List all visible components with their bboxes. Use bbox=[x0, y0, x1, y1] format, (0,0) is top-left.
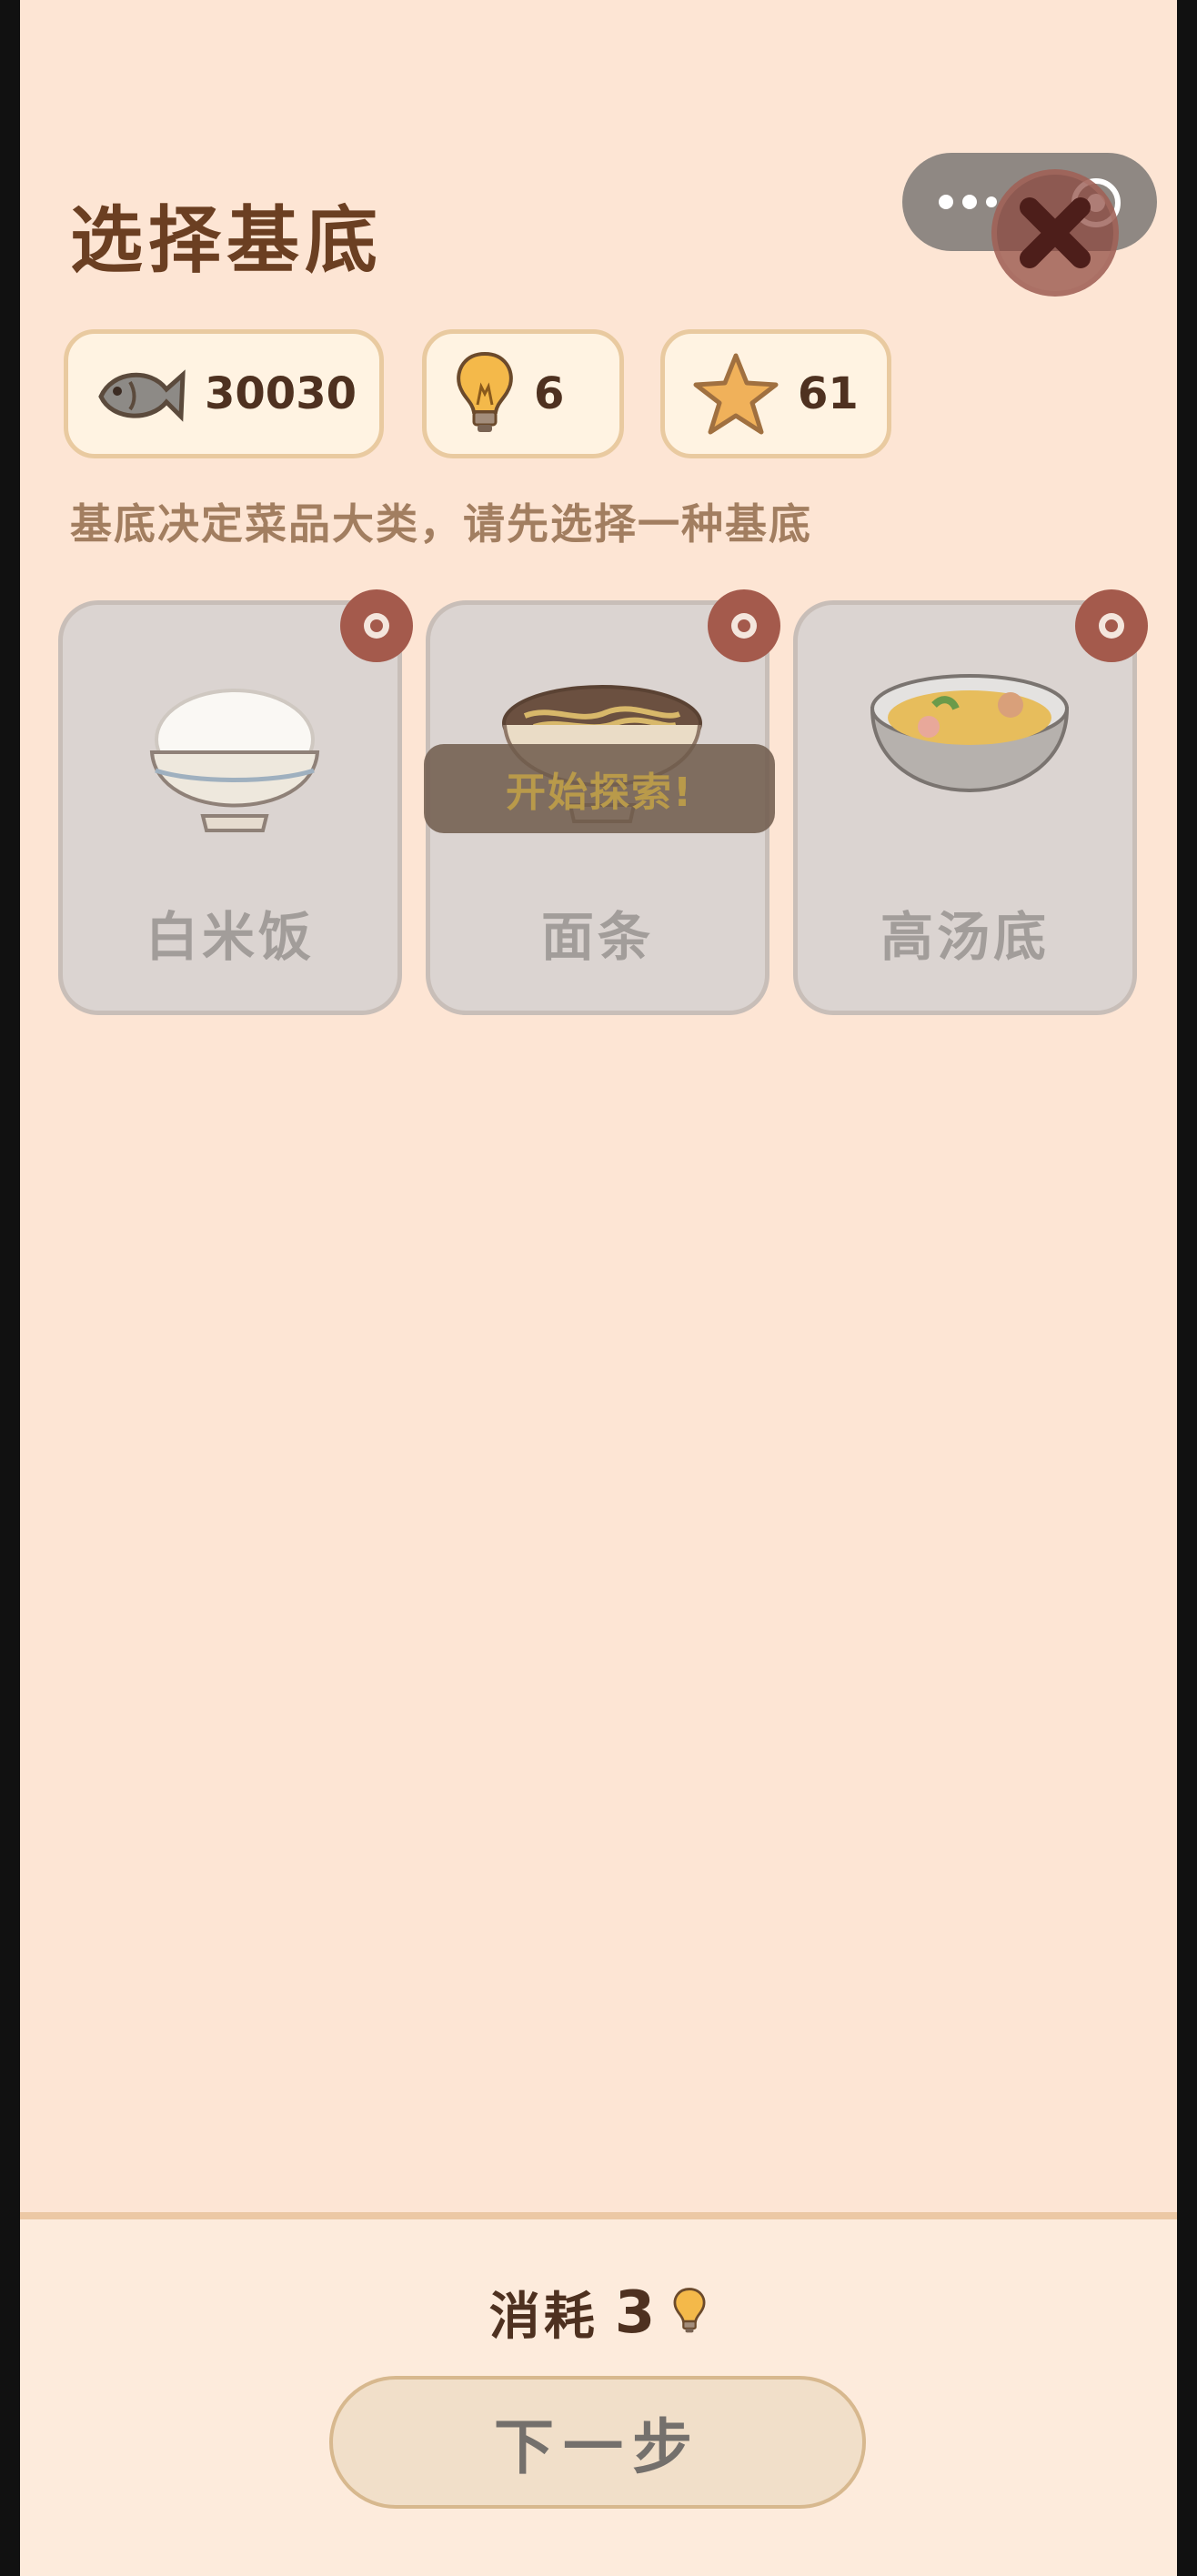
star-count: 61 bbox=[798, 368, 859, 419]
lightbulb-icon bbox=[671, 2287, 708, 2340]
lightbulb-icon bbox=[452, 350, 518, 438]
star-icon bbox=[690, 350, 781, 438]
bottom-bar: 消耗 3 下一步 bbox=[20, 2212, 1177, 2576]
hint-text: 基底决定菜品大类，请先选择一种基底 bbox=[70, 499, 812, 548]
screen: 选择基底 30030 6 61 基底决定菜品大类，请先选择一种基底 白米饭 面条… bbox=[20, 0, 1177, 2576]
next-button[interactable]: 下一步 bbox=[329, 2376, 866, 2509]
cost-value: 3 bbox=[614, 2279, 656, 2347]
soup-pot-icon bbox=[870, 674, 1070, 792]
base-name-noodles: 面条 bbox=[540, 906, 654, 968]
base-name-rice: 白米饭 bbox=[145, 906, 315, 968]
fish-count: 30030 bbox=[205, 368, 357, 419]
close-x-icon bbox=[1020, 197, 1091, 268]
star-counter: 61 bbox=[660, 329, 891, 458]
rice-bowl-icon bbox=[149, 689, 320, 832]
close-button[interactable] bbox=[991, 169, 1119, 297]
fish-icon bbox=[94, 362, 188, 426]
lightbulb-count: 6 bbox=[534, 368, 565, 419]
lock-badge-icon bbox=[1075, 589, 1148, 662]
cost-row: 消耗 3 bbox=[20, 2276, 1177, 2350]
toast-message: 开始探索! bbox=[424, 744, 775, 833]
base-name-broth: 高汤底 bbox=[880, 906, 1050, 968]
base-card-broth[interactable]: 高汤底 bbox=[793, 600, 1137, 1015]
lock-badge-icon bbox=[340, 589, 413, 662]
lock-badge-icon bbox=[708, 589, 780, 662]
cost-label: 消耗 bbox=[488, 2288, 598, 2347]
lightbulb-counter: 6 bbox=[422, 329, 624, 458]
fish-counter: 30030 bbox=[64, 329, 384, 458]
page-title: 选择基底 bbox=[70, 198, 383, 283]
base-card-rice[interactable]: 白米饭 bbox=[58, 600, 402, 1015]
